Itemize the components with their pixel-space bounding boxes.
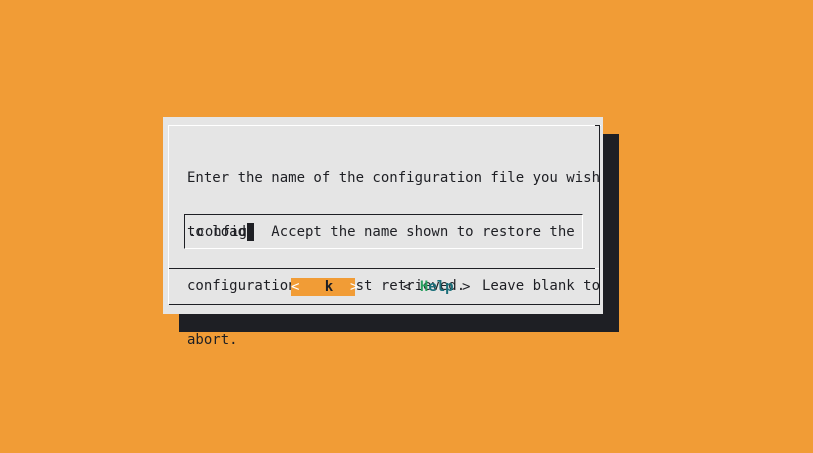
button-row: < k > < Help > bbox=[163, 277, 603, 296]
prompt-line: Enter the name of the configuration file… bbox=[187, 170, 601, 186]
filename-input[interactable]: .config bbox=[184, 214, 583, 249]
dialog-prompt: Enter the name of the configuration file… bbox=[187, 133, 601, 385]
dialog-frame-top bbox=[169, 125, 601, 126]
help-label: elp bbox=[428, 279, 454, 295]
ok-left-bracket: < bbox=[291, 279, 300, 295]
button-separator bbox=[169, 268, 597, 269]
ok-button[interactable]: < k > bbox=[291, 278, 359, 296]
ok-right-bracket: > bbox=[350, 279, 359, 295]
load-config-dialog: Enter the name of the configuration file… bbox=[163, 117, 603, 348]
ok-hotkey-prefix bbox=[316, 279, 324, 295]
ok-label: k bbox=[324, 279, 334, 295]
help-left-bracket: < bbox=[403, 279, 412, 295]
filename-input-value[interactable]: .config bbox=[188, 223, 255, 241]
separator-corner bbox=[595, 268, 599, 269]
help-right-bracket: > bbox=[462, 279, 471, 295]
dialog-frame-corner bbox=[595, 125, 599, 126]
help-button[interactable]: < Help > bbox=[403, 278, 470, 296]
filename-text: .config bbox=[188, 224, 248, 240]
text-cursor bbox=[247, 223, 255, 241]
prompt-line: abort. bbox=[187, 332, 238, 348]
